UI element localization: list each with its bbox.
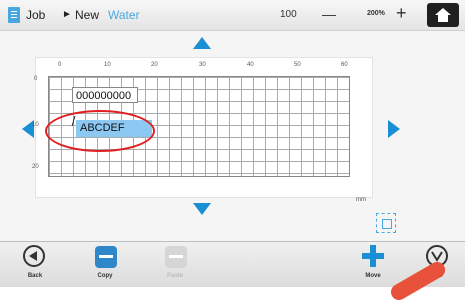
fit-to-screen-icon[interactable] [376,213,396,233]
copy-button[interactable]: Copy [80,242,130,287]
paste-label: Paste [166,273,183,279]
zoom-preset-button[interactable]: 200% [367,10,385,17]
top-bar: Job ► New Water 100 — 200% + [0,0,465,31]
home-icon [435,8,451,22]
breadcrumb-new[interactable]: New [75,8,99,22]
paste-button: Paste [150,242,200,287]
ruler-tick: 10 [32,122,39,128]
move-button[interactable]: Move [348,242,398,287]
unit-label: mm [356,197,366,203]
document-icon [8,7,20,23]
zoom-in-button[interactable]: + [396,4,407,22]
ruler-tick: 40 [247,62,254,68]
zoom-out-button[interactable]: — [322,7,336,21]
ruler-tick: 20 [32,164,39,170]
ruler-tick: 0 [58,62,62,68]
home-button[interactable] [427,3,459,27]
ruler-tick: 60 [341,62,348,68]
text-field-serial[interactable]: 000000000 [72,87,138,103]
ruler-tick: 20 [151,62,158,68]
breadcrumb-job[interactable]: Job [26,8,45,22]
ruler-tick: 50 [294,62,301,68]
breadcrumb-separator-icon: ► [62,9,72,20]
back-icon [23,245,45,267]
back-button[interactable]: Back [10,242,60,287]
move-right-arrow-icon[interactable] [388,120,400,138]
ruler-tick: 0 [34,76,38,82]
zoom-value: 100 [280,9,297,20]
back-label: Back [27,273,43,279]
highlight-annotation [45,110,155,152]
move-label: Move [365,273,381,279]
move-up-arrow-icon[interactable] [193,37,211,49]
ruler-tick: 30 [199,62,206,68]
bottom-toolbar: Back Copy Paste Move Ok [0,241,465,287]
top-ruler: 0 10 20 30 40 50 60 [48,62,348,76]
plus-move-icon [362,245,384,267]
paste-icon [165,246,187,268]
copy-label: Copy [97,273,113,279]
move-down-arrow-icon[interactable] [193,203,211,215]
breadcrumb-current: Water [108,8,140,22]
copy-icon [95,246,117,268]
ruler-tick: 10 [104,62,111,68]
